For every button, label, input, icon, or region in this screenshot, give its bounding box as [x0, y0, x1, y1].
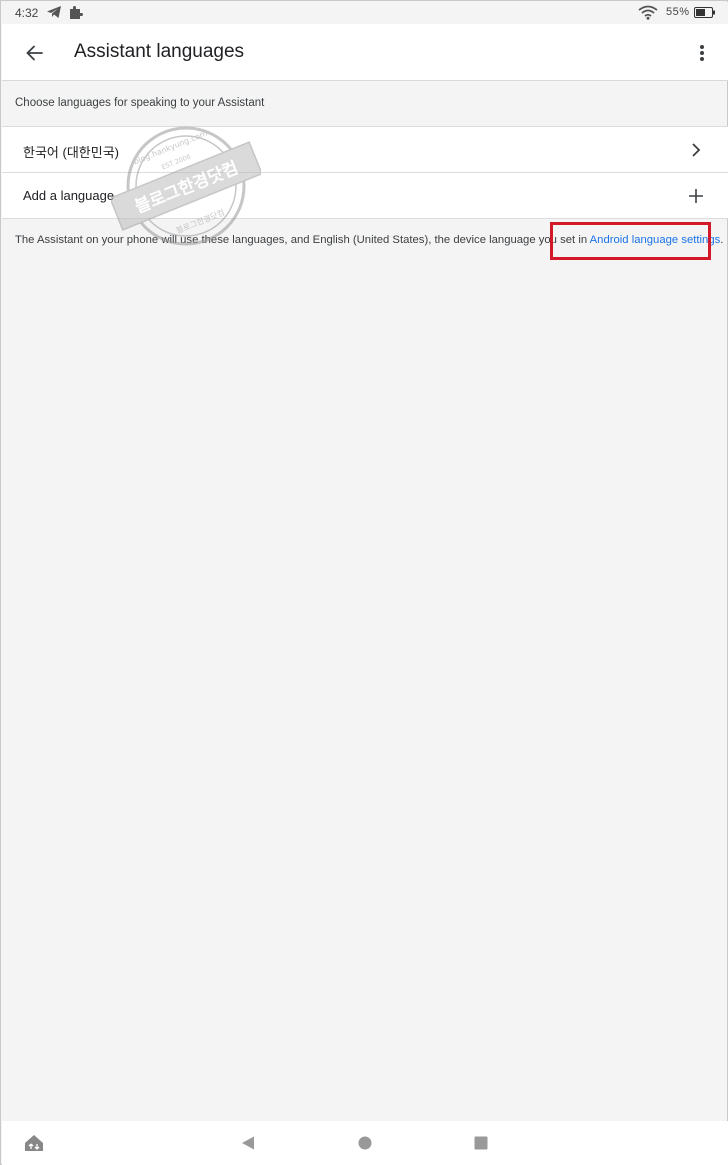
nav-recents-icon[interactable]: [474, 1136, 488, 1150]
battery-percent: 55%: [666, 6, 690, 18]
wifi-icon: [638, 5, 658, 20]
home-assist-icon[interactable]: [23, 1133, 45, 1153]
section-header: Choose languages for speaking to your As…: [15, 97, 265, 109]
status-bar: 4:32 55%: [2, 2, 728, 24]
arrow-back-icon: [26, 45, 43, 61]
add-language-label: Add a language: [23, 188, 115, 203]
more-vert-icon: [700, 45, 704, 61]
back-button[interactable]: [20, 38, 50, 68]
chevron-right-icon: [692, 143, 701, 157]
language-label: 한국어 (대한민국): [23, 145, 119, 160]
status-time: 4:32: [15, 6, 39, 20]
telegram-icon: [47, 6, 61, 18]
battery-icon: [694, 7, 715, 18]
footnote-trailing: .: [720, 234, 724, 246]
footnote-text: The Assistant on your phone will use the…: [15, 234, 590, 246]
app-bar: Assistant languages: [2, 24, 728, 81]
nav-back-icon[interactable]: [240, 1135, 256, 1151]
watermark-bottom-text: 블로그한경닷컴: [174, 207, 226, 236]
nav-home-icon[interactable]: [358, 1136, 372, 1150]
navigation-bar: [2, 1121, 728, 1165]
screen-frame: 4:32 55% Assistant languages Choose lang…: [0, 0, 728, 1165]
highlight-box: [550, 222, 711, 260]
more-options-button[interactable]: [690, 38, 714, 68]
watermark-stamp: 블로그한경닷컴 blog.hankyung.com EST 2006 블로그한경…: [111, 126, 261, 246]
plus-icon: [689, 189, 703, 203]
puzzle-icon: [70, 6, 83, 19]
page-title: Assistant languages: [74, 41, 245, 62]
